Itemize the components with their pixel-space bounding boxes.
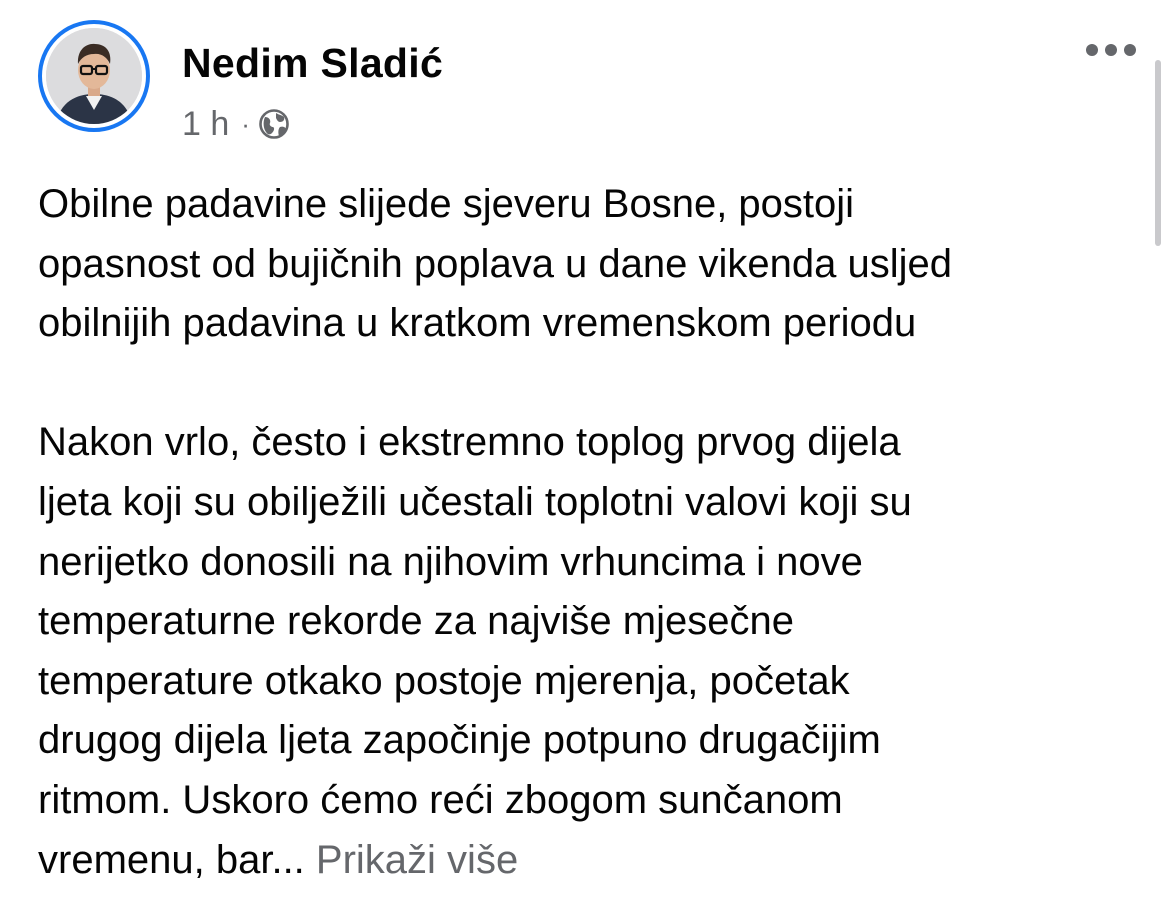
post-text-line: nerijetko donosili na njihovim vrhuncima… xyxy=(38,539,863,584)
post-text-line: temperaturne rekorde za najviše mjesečne xyxy=(38,599,794,644)
scrollbar[interactable] xyxy=(1155,60,1161,246)
avatar-photo xyxy=(46,28,142,124)
post-text-line: Nakon vrlo, često i ekstremno toplog prv… xyxy=(38,420,901,465)
more-options-icon[interactable] xyxy=(1086,36,1136,64)
more-dot xyxy=(1086,44,1098,56)
meta-separator: · xyxy=(241,108,250,139)
post-text-line: ljeta koji su obilježili učestali toplot… xyxy=(38,479,912,524)
post-text-line: opasnost od bujičnih poplava u dane vike… xyxy=(38,241,953,286)
post-text-last-line: vremenu, bar... Prikaži više xyxy=(38,831,1138,891)
see-more-link[interactable]: Prikaži više xyxy=(316,838,518,882)
more-dot xyxy=(1105,44,1117,56)
post-meta: 1 h · xyxy=(182,102,290,146)
author-name[interactable]: Nedim Sladić xyxy=(182,40,443,87)
post-text: Obilne padavine slijede sjeveru Bosne, p… xyxy=(38,175,1138,890)
post-timestamp[interactable]: 1 h xyxy=(182,105,229,144)
post-text-line: Obilne padavine slijede sjeveru Bosne, p… xyxy=(38,182,855,226)
post-card: Nedim Sladić 1 h · Obilne padavine slije… xyxy=(0,0,1170,910)
post-text-line: obilnijih padavina u kratkom vremenskom … xyxy=(38,301,917,346)
post-text-line: drugog dijela ljeta započinje potpuno dr… xyxy=(38,718,881,763)
more-dot xyxy=(1124,44,1136,56)
post-text-line: ritmom. Uskoro ćemo reći zbogom sunčanom xyxy=(38,777,843,822)
globe-icon[interactable] xyxy=(258,108,290,140)
post-text-line: temperature otkako postoje mjerenja, poč… xyxy=(38,658,850,703)
truncated-text: vremenu, bar... xyxy=(38,837,305,882)
avatar[interactable] xyxy=(38,20,150,132)
